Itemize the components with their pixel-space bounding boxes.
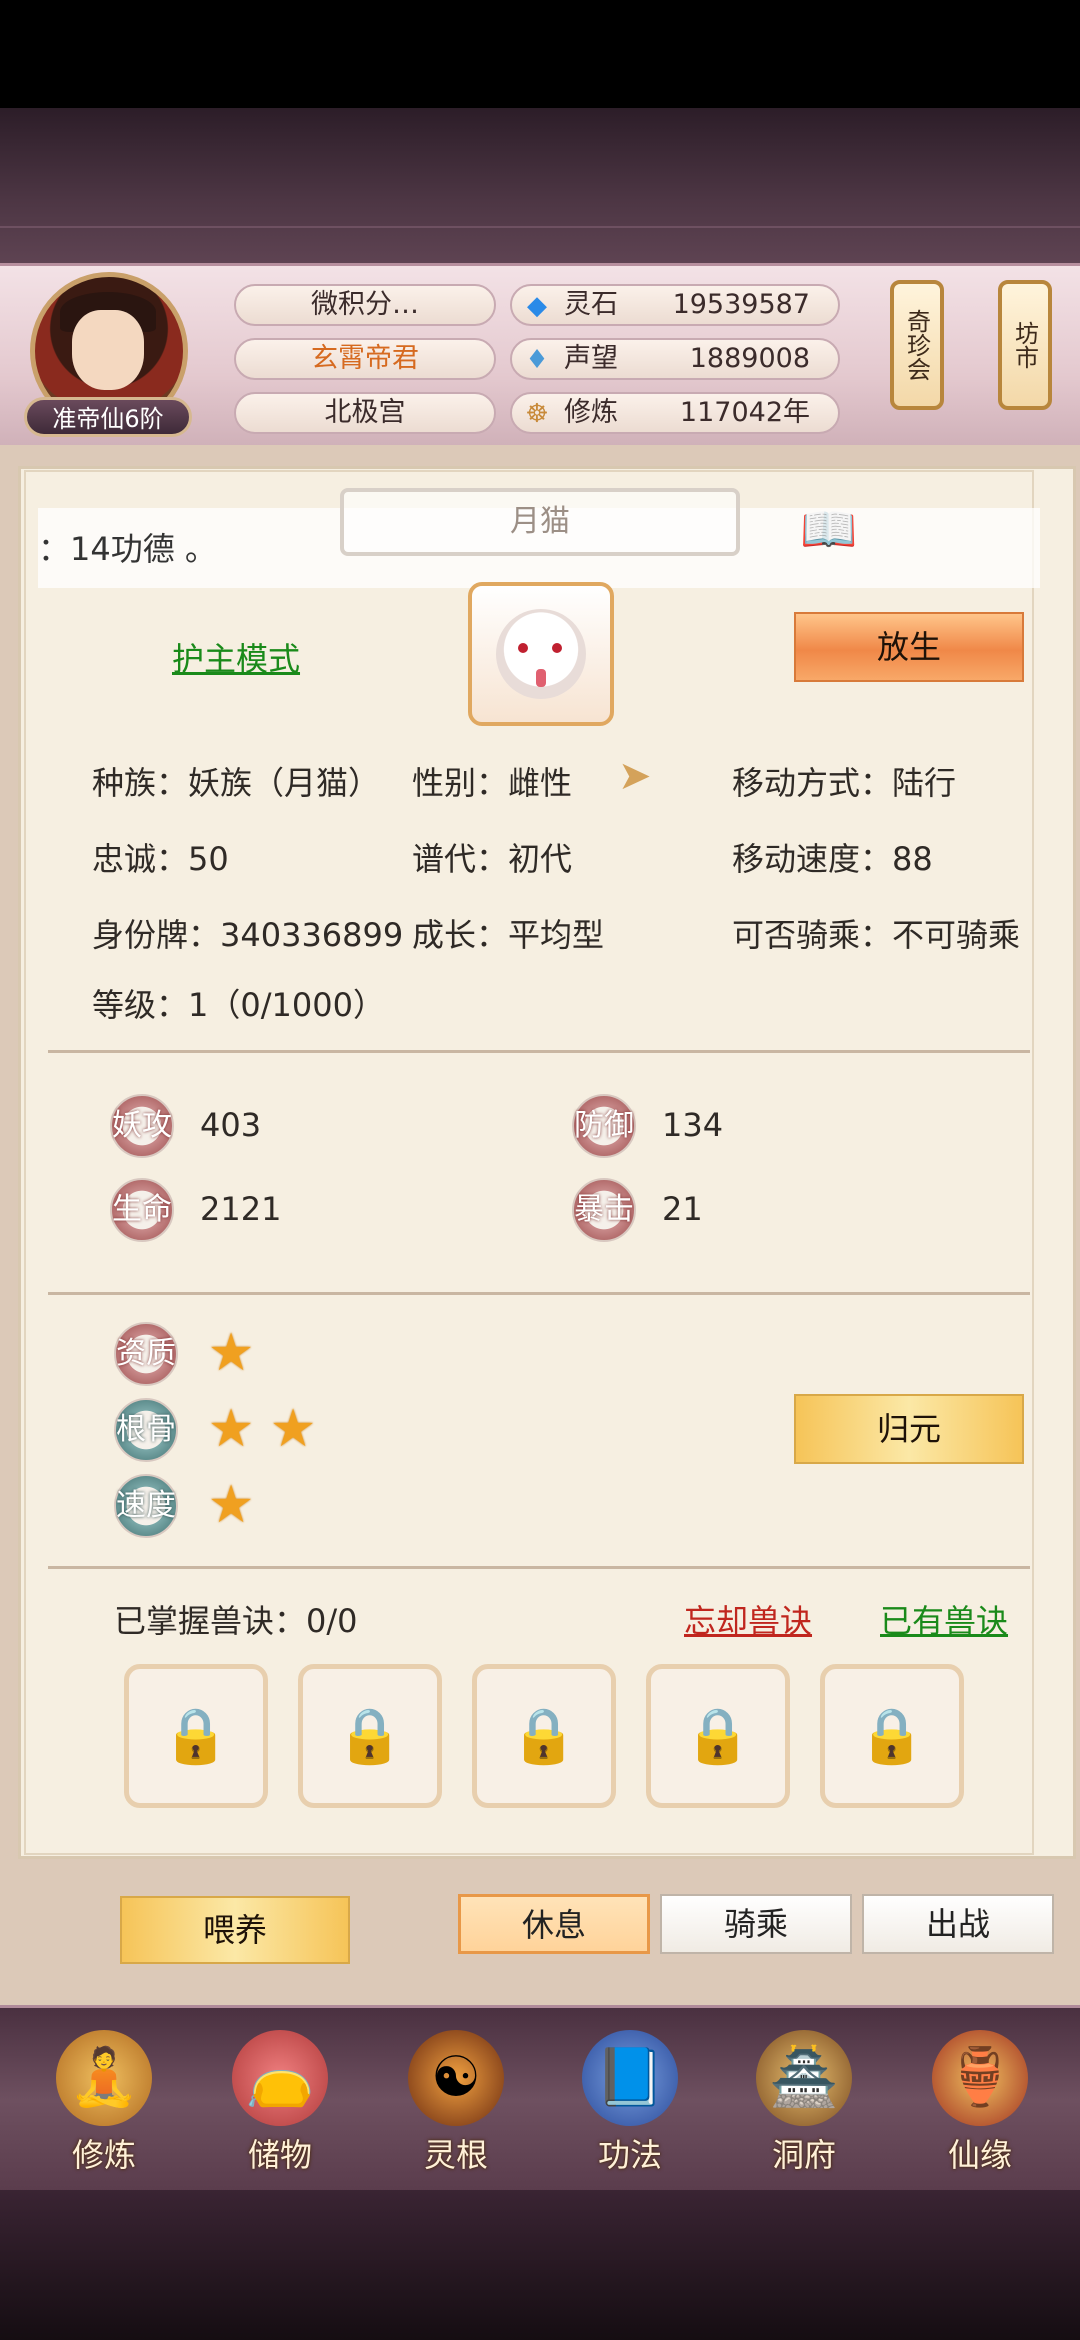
lineage-text: 谱代：初代 — [412, 840, 573, 878]
arrow-right-icon[interactable]: ➤ — [618, 752, 666, 800]
nav-label: 洞府 — [771, 2136, 836, 2174]
lock-icon: 🔒 — [162, 1704, 230, 1767]
id-tag-text: 身份牌：340336899 — [92, 916, 404, 954]
status-bar-area — [0, 0, 1080, 108]
nav-label: 功法 — [597, 2136, 662, 2174]
star-icon: ★ — [269, 1399, 317, 1459]
move-mode-text: 移动方式：陆行 — [732, 764, 957, 802]
star-icon: ★ — [207, 1399, 255, 1459]
spirit-stone-row: ◆ 灵石 19539587 — [510, 284, 840, 326]
lock-icon: 🔒 — [684, 1704, 752, 1767]
spirit-stone-value: 19539587 — [672, 289, 810, 320]
hp-value: 2121 — [200, 1190, 282, 1228]
skill-slot[interactable]: 🔒 — [646, 1664, 790, 1808]
tab-ride[interactable]: 骑乘 — [660, 1894, 852, 1954]
skills-mastered-text: 已掌握兽诀：0/0 — [114, 1602, 358, 1640]
cultivation-value: 117042年 — [679, 397, 810, 428]
reputation-icon: ♦ — [525, 345, 549, 375]
reset-button[interactable]: 归元 — [794, 1394, 1024, 1464]
spirit-stone-icon: ◆ — [527, 291, 547, 321]
forget-skill-link[interactable]: 忘却兽诀 — [684, 1596, 812, 1642]
crit-badge: 暴击 — [572, 1178, 636, 1242]
player-name-pill: 微积分… — [234, 284, 496, 326]
nav-cultivate[interactable]: 🧘 修炼 — [34, 2010, 174, 2180]
feed-button[interactable]: 喂养 — [120, 1896, 350, 1964]
loyalty-text: 忠诚：50 — [92, 840, 229, 878]
nav-label: 仙缘 — [947, 2136, 1012, 2174]
nav-technique[interactable]: 📘 功法 — [560, 2010, 700, 2180]
divider — [48, 1292, 1030, 1295]
treasure-fair-button[interactable]: 奇珍会 — [890, 280, 944, 410]
gourd-icon: 🏺 — [932, 2030, 1028, 2126]
nav-spirit-root[interactable]: ☯ 灵根 — [386, 2010, 526, 2180]
attack-value: 403 — [200, 1106, 262, 1144]
bone-badge: 根骨 — [114, 1398, 178, 1462]
nav-storage[interactable]: 👝 储物 — [210, 2010, 350, 2180]
defense-badge: 防御 — [572, 1094, 636, 1158]
book-icon: 📘 — [582, 2030, 678, 2126]
star-icon: ★ — [207, 1475, 255, 1535]
avatar-face — [72, 310, 144, 390]
reputation-value: 1889008 — [689, 343, 810, 374]
level-text: 等级：1（0/1000） — [92, 986, 385, 1024]
cultivation-label: 修炼 — [564, 397, 618, 428]
rank-badge: 准帝仙6阶 — [24, 397, 192, 437]
cultivation-row: ☸ 修炼 117042年 — [510, 392, 840, 434]
spirit-stone-label: 灵石 — [564, 289, 618, 320]
defense-value: 134 — [662, 1106, 724, 1144]
palace-icon: 🏯 — [756, 2030, 852, 2126]
move-speed-text: 移动速度：88 — [732, 840, 933, 878]
pet-title: 月猫 — [510, 504, 570, 539]
bag-icon: 👝 — [232, 2030, 328, 2126]
market-button[interactable]: 坊市 — [998, 280, 1052, 410]
reputation-row: ♦ 声望 1889008 — [510, 338, 840, 380]
cultivate-icon: 🧘 — [56, 2030, 152, 2126]
divider — [48, 1050, 1030, 1053]
bottom-background — [0, 2190, 1080, 2340]
divider — [48, 1566, 1030, 1569]
owned-skills-link[interactable]: 已有兽诀 — [880, 1596, 1008, 1642]
sect-pill: 北极宫 — [234, 392, 496, 434]
release-button[interactable]: 放生 — [794, 612, 1024, 682]
skill-slot[interactable]: 🔒 — [124, 1664, 268, 1808]
nav-cave[interactable]: 🏯 洞府 — [734, 2010, 874, 2180]
spirit-root-icon: ☯ — [408, 2030, 504, 2126]
attack-badge: 妖攻 — [110, 1094, 174, 1158]
lock-icon: 🔒 — [510, 1704, 578, 1767]
lock-icon: 🔒 — [336, 1704, 404, 1767]
speed-badge: 速度 — [114, 1474, 178, 1538]
pet-portrait[interactable] — [468, 582, 614, 726]
tab-battle[interactable]: 出战 — [862, 1894, 1054, 1954]
nav-label: 灵根 — [423, 2136, 488, 2174]
star-icon: ★ — [207, 1323, 255, 1383]
nav-label: 修炼 — [71, 2136, 136, 2174]
skill-slot[interactable]: 🔒 — [820, 1664, 964, 1808]
top-decoration — [0, 108, 1080, 263]
lock-icon: 🔒 — [858, 1704, 926, 1767]
gender-text: 性别：雌性 — [412, 764, 573, 802]
race-text: 种族：妖族（月猫） — [92, 764, 381, 802]
rideable-text: 可否骑乘：不可骑乘 — [732, 916, 1021, 954]
reputation-label: 声望 — [564, 343, 618, 374]
hp-badge: 生命 — [110, 1178, 174, 1242]
cat-icon — [496, 609, 586, 699]
tab-rest[interactable]: 休息 — [458, 1894, 650, 1954]
book-icon[interactable]: 📖 — [800, 500, 874, 558]
skill-slot[interactable]: 🔒 — [472, 1664, 616, 1808]
nav-fate[interactable]: 🏺 仙缘 — [910, 2010, 1050, 2180]
nav-label: 储物 — [247, 2136, 312, 2174]
growth-text: 成长：平均型 — [412, 916, 605, 954]
cultivation-icon: ☸ — [525, 399, 549, 429]
crit-value: 21 — [662, 1190, 703, 1228]
player-title-pill: 玄霄帝君 — [234, 338, 496, 380]
aptitude-badge: 资质 — [114, 1322, 178, 1386]
skill-slot[interactable]: 🔒 — [298, 1664, 442, 1808]
notice-text: ：14功德 。 — [38, 530, 217, 568]
guard-mode-link[interactable]: 护主模式 — [172, 634, 300, 680]
